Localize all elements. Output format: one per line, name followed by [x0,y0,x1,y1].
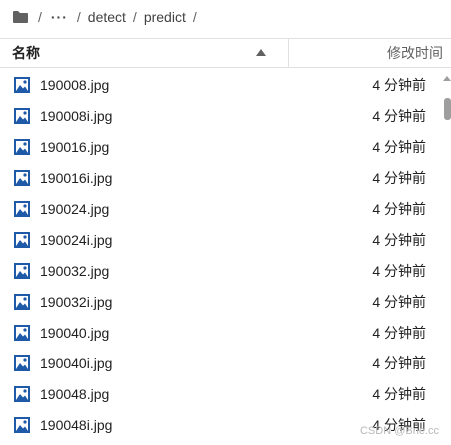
image-file-icon [14,139,30,156]
scrollbar-thumb[interactable] [444,98,451,120]
file-modified-time: 4 分钟前 [372,293,426,310]
name-column-header[interactable]: 名称 [0,39,289,67]
file-modified-time: 4 分钟前 [372,262,426,279]
file-row[interactable]: 190032.jpg 4 分钟前 [0,255,440,286]
image-file-icon [14,170,30,187]
file-modified-time: 4 分钟前 [372,386,426,403]
file-name[interactable]: 190040i.jpg [40,355,320,371]
breadcrumb-separator: / [132,9,137,25]
file-name[interactable]: 190016.jpg [40,139,320,155]
file-row[interactable]: 190040i.jpg 4 分钟前 [0,348,440,379]
folder-icon[interactable] [12,10,29,24]
modified-column-label: 修改时间 [387,45,443,61]
file-name[interactable]: 190008.jpg [40,77,320,93]
breadcrumb-item-predict[interactable]: predict [144,9,186,25]
image-file-icon [14,77,30,94]
file-row[interactable]: 190032i.jpg 4 分钟前 [0,286,440,317]
file-row[interactable]: 190040.jpg 4 分钟前 [0,317,440,348]
file-name[interactable]: 190008i.jpg [40,108,320,124]
image-file-icon [14,417,30,434]
file-modified-time: 4 分钟前 [372,231,426,248]
watermark: CSDN @Bne.cc [359,425,439,437]
file-name[interactable]: 190032i.jpg [40,294,320,310]
file-row[interactable]: 190024i.jpg 4 分钟前 [0,224,440,255]
breadcrumb-ellipsis-button[interactable]: ··· [49,9,70,25]
sort-ascending-icon[interactable] [256,49,266,56]
breadcrumb-separator: / [76,9,81,25]
file-name[interactable]: 190048.jpg [40,386,320,402]
file-list: 190008.jpg 4 分钟前 190008i.jpg 4 分钟前 190016.jp… [0,70,440,441]
file-modified-time: 4 分钟前 [372,201,426,217]
file-name[interactable]: 190024i.jpg [40,232,320,248]
file-name[interactable]: 190016i.jpg [40,170,320,186]
file-row[interactable]: 190048.jpg 4 分钟前 [0,379,440,410]
scroll-up-icon[interactable] [443,76,451,81]
image-file-icon [14,108,30,125]
image-file-icon [14,324,30,341]
file-row[interactable]: 190024.jpg 4 分钟前 [0,194,440,225]
file-row[interactable]: 190016.jpg 4 分钟前 [0,132,440,163]
file-modified-time: 4 分钟前 [372,355,426,372]
file-modified-time: 4 分钟前 [372,324,426,341]
scrollbar[interactable] [442,70,451,445]
image-file-icon [14,231,30,248]
image-file-icon [14,201,30,217]
file-modified-time: 4 分钟前 [372,108,426,125]
file-modified-time: 4 分钟前 [372,139,426,156]
breadcrumb-item-detect[interactable]: detect [88,9,126,25]
image-file-icon [14,293,30,310]
file-modified-time: 4 分钟前 [372,170,426,187]
file-name[interactable]: 190048i.jpg [40,417,320,433]
image-file-icon [14,386,30,403]
file-name[interactable]: 190024.jpg [40,201,320,217]
file-row[interactable]: 190016i.jpg 4 分钟前 [0,163,440,194]
breadcrumb-separator: / [38,9,42,25]
file-row[interactable]: 190008i.jpg 4 分钟前 [0,101,440,132]
image-file-icon [14,262,30,279]
file-list-header: 名称 修改时间 [0,38,451,68]
file-name[interactable]: 190040.jpg [40,325,320,341]
name-column-label: 名称 [12,45,40,61]
modified-column-header[interactable]: 修改时间 [289,39,451,67]
breadcrumb: / ··· / detect / predict / [0,0,451,34]
breadcrumb-separator: / [192,9,197,25]
file-name[interactable]: 190032.jpg [40,263,320,279]
image-file-icon [14,355,30,372]
file-row[interactable]: 190008.jpg 4 分钟前 [0,70,440,101]
file-modified-time: 4 分钟前 [372,77,426,94]
